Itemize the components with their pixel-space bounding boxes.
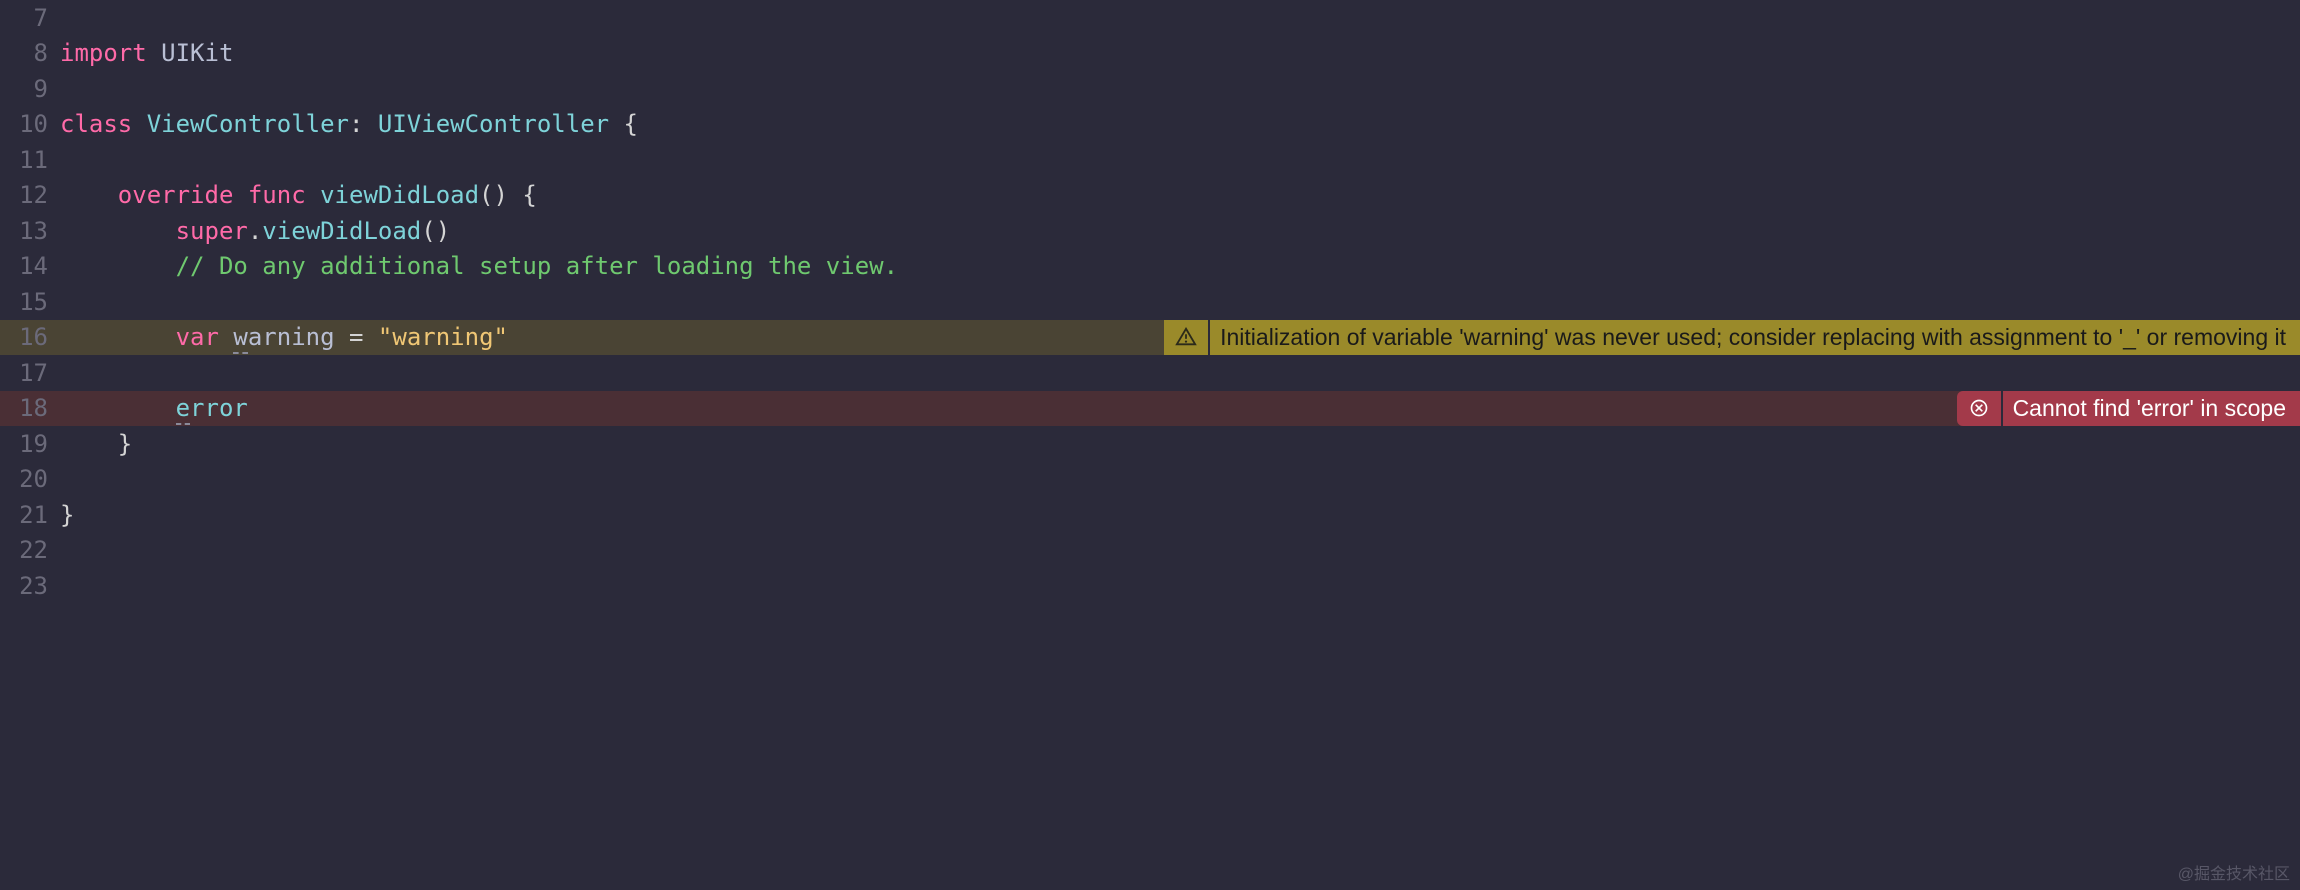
- code-content: import UIKit: [60, 39, 2300, 67]
- brace-open: {: [522, 181, 536, 209]
- super-type: UIViewController: [378, 110, 609, 138]
- code-line[interactable]: 19 }: [0, 426, 2300, 462]
- line-number: 21: [0, 501, 60, 529]
- colon: :: [349, 110, 363, 138]
- line-number: 19: [0, 430, 60, 458]
- code-line[interactable]: 23: [0, 568, 2300, 604]
- diagnostic-warning[interactable]: Initialization of variable 'warning' was…: [1164, 320, 2300, 356]
- error-icon: [1957, 391, 2003, 427]
- keyword-import: import: [60, 39, 147, 67]
- code-line[interactable]: 17: [0, 355, 2300, 391]
- code-content: super.viewDidLoad(): [60, 217, 2300, 245]
- line-number: 23: [0, 572, 60, 600]
- line-number: 16: [0, 323, 60, 351]
- method-name: viewDidLoad: [320, 181, 479, 209]
- comment: // Do any additional setup after loading…: [176, 252, 898, 280]
- code-content: class ViewController: UIViewController {: [60, 110, 2300, 138]
- code-line[interactable]: 8 import UIKit: [0, 36, 2300, 72]
- string-literal: "warning": [378, 323, 508, 351]
- brace-close: }: [60, 501, 74, 529]
- line-number: 18: [0, 394, 60, 422]
- keyword-super: super: [176, 217, 248, 245]
- diagnostic-message: Cannot find 'error' in scope: [2003, 391, 2300, 427]
- line-number: 11: [0, 146, 60, 174]
- code-content: }: [60, 430, 2300, 458]
- code-line-error[interactable]: 18 error Cannot find 'error' in scope: [0, 391, 2300, 427]
- line-number: 12: [0, 181, 60, 209]
- keyword-class: class: [60, 110, 132, 138]
- code-line[interactable]: 22: [0, 533, 2300, 569]
- class-name: ViewController: [147, 110, 349, 138]
- parens: (): [421, 217, 450, 245]
- variable-name: warning: [233, 323, 334, 354]
- brace-close: }: [118, 430, 132, 458]
- code-content: }: [60, 501, 2300, 529]
- code-line-warning[interactable]: 16 var warning = "warning" Initializatio…: [0, 320, 2300, 356]
- code-line[interactable]: 7: [0, 0, 2300, 36]
- line-number: 7: [0, 4, 60, 32]
- code-line[interactable]: 9: [0, 71, 2300, 107]
- brace-open: {: [624, 110, 638, 138]
- keyword-override: override: [118, 181, 234, 209]
- parens: (): [479, 181, 508, 209]
- code-line[interactable]: 20: [0, 462, 2300, 498]
- keyword-var: var: [176, 323, 219, 351]
- line-number: 9: [0, 75, 60, 103]
- line-number: 10: [0, 110, 60, 138]
- code-line[interactable]: 10 class ViewController: UIViewControlle…: [0, 107, 2300, 143]
- line-number: 17: [0, 359, 60, 387]
- method-call: viewDidLoad: [262, 217, 421, 245]
- code-line[interactable]: 15: [0, 284, 2300, 320]
- line-number: 20: [0, 465, 60, 493]
- diagnostic-error[interactable]: Cannot find 'error' in scope: [1957, 391, 2300, 427]
- code-line[interactable]: 21 }: [0, 497, 2300, 533]
- line-number: 15: [0, 288, 60, 316]
- keyword-func: func: [248, 181, 306, 209]
- code-content: // Do any additional setup after loading…: [60, 252, 2300, 280]
- code-content: override func viewDidLoad() {: [60, 181, 2300, 209]
- equals: =: [335, 323, 378, 351]
- code-line[interactable]: 14 // Do any additional setup after load…: [0, 249, 2300, 285]
- watermark: @掘金技术社区: [2178, 860, 2290, 884]
- code-editor[interactable]: 7 8 import UIKit 9 10 class ViewControll…: [0, 0, 2300, 890]
- code-line[interactable]: 13 super.viewDidLoad(): [0, 213, 2300, 249]
- warning-icon: [1164, 320, 1210, 356]
- dot: .: [248, 217, 262, 245]
- code-line[interactable]: 11: [0, 142, 2300, 178]
- line-number: 13: [0, 217, 60, 245]
- line-number: 14: [0, 252, 60, 280]
- diagnostic-message: Initialization of variable 'warning' was…: [1210, 320, 2300, 356]
- line-number: 22: [0, 536, 60, 564]
- line-number: 8: [0, 39, 60, 67]
- identifier: error: [176, 394, 248, 425]
- code-line[interactable]: 12 override func viewDidLoad() {: [0, 178, 2300, 214]
- module-name: UIKit: [161, 39, 233, 67]
